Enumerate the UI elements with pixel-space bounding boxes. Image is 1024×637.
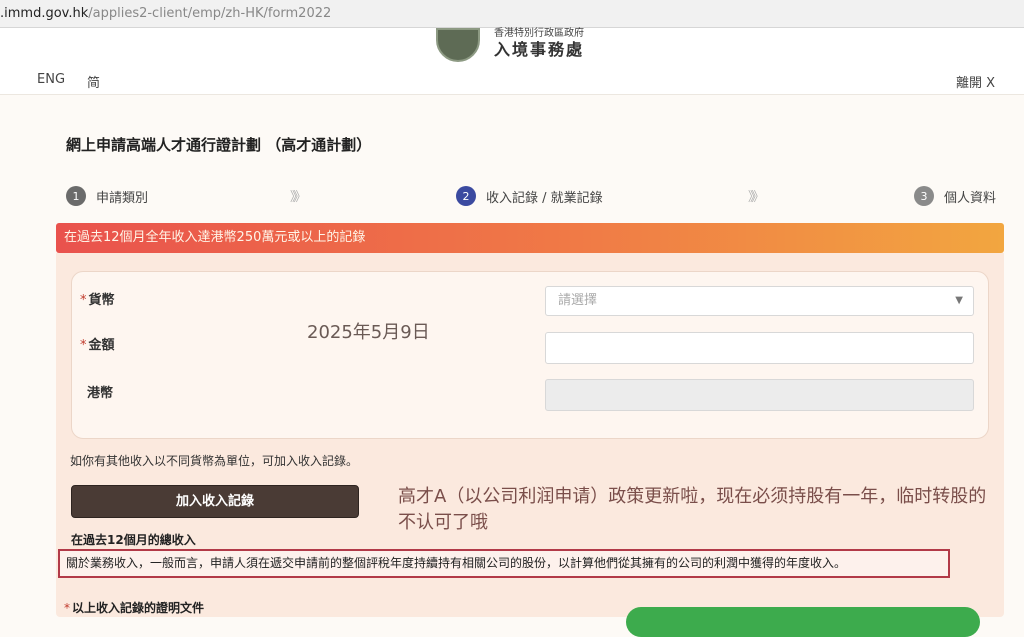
add-income-record-button[interactable]: 加入收入記錄 (71, 485, 359, 518)
url-path: /applies2-client/emp/zh-HK/form2022 (88, 6, 332, 21)
hkd-amount-field (545, 379, 974, 411)
step-separator-icon: 》》 (290, 190, 306, 205)
required-mark: * (80, 338, 87, 353)
required-mark: * (80, 293, 87, 308)
policy-note-overlay: 高才A（以公司利润申请）政策更新啦，现在必须持股有一年，临时转股的不认可了哦 (398, 486, 987, 533)
hkd-label: 港幣 (87, 386, 114, 401)
step-1-label: 申請類別 (96, 190, 149, 206)
step-separator-icon: 》》 (748, 190, 764, 205)
lang-simplified-link[interactable]: 简 (87, 72, 100, 91)
step-3-label: 個人資料 (944, 190, 997, 206)
step-3-number: 3 (914, 186, 934, 206)
total-income-label: 在過去12個月的總收入 (71, 533, 196, 547)
exit-link[interactable]: 離開 X (956, 72, 995, 91)
url-host: .immd.gov.hk (0, 6, 89, 21)
step-1-number: 1 (66, 186, 86, 206)
agency-name: 入境事務處 (494, 40, 585, 59)
amount-input[interactable] (545, 332, 974, 364)
site-header: 香港特別行政區政府 入境事務處 ENG 简 離開 X (0, 28, 1024, 95)
currency-select[interactable]: 請選擇 ▼ (545, 286, 974, 316)
currency-label: * 貨幣 (80, 289, 115, 308)
amount-label-text: 金額 (88, 338, 115, 353)
currency-label-text: 貨幣 (88, 293, 115, 308)
currency-placeholder: 請選擇 (558, 293, 598, 308)
section-banner: 在過去12個月全年收入達港幣250萬元或以上的記錄 (56, 223, 1004, 253)
chevron-down-icon: ▼ (955, 295, 963, 306)
step-2-number: 2 (456, 186, 476, 206)
page-title: 網上申請高端人才通行證計劃 （高才通計劃） (66, 136, 372, 154)
proof-documents-text: 以上收入記錄的證明文件 (72, 601, 205, 615)
add-income-hint: 如你有其他收入以不同貨幣為單位，可加入收入記錄。 (70, 454, 359, 468)
date-overlay-text: 2025年5月9日 (307, 322, 430, 343)
step-3: 3 個人資料 (914, 186, 996, 206)
proof-documents-label: * 以上收入記錄的證明文件 (64, 599, 204, 616)
step-2-label: 收入記錄 / 就業記錄 (486, 190, 603, 206)
hksar-emblem-icon (436, 28, 480, 62)
business-income-notice: 關於業務收入，一般而言，申請人須在遞交申請前的整個評稅年度持續持有相關公司的股份… (58, 549, 950, 578)
step-1: 1 申請類別 (66, 186, 148, 206)
required-mark: * (64, 601, 70, 615)
lang-english-link[interactable]: ENG (37, 72, 65, 87)
step-2: 2 收入記錄 / 就業記錄 (456, 186, 603, 206)
amount-label: * 金額 (80, 334, 115, 353)
upload-button[interactable] (626, 607, 980, 637)
